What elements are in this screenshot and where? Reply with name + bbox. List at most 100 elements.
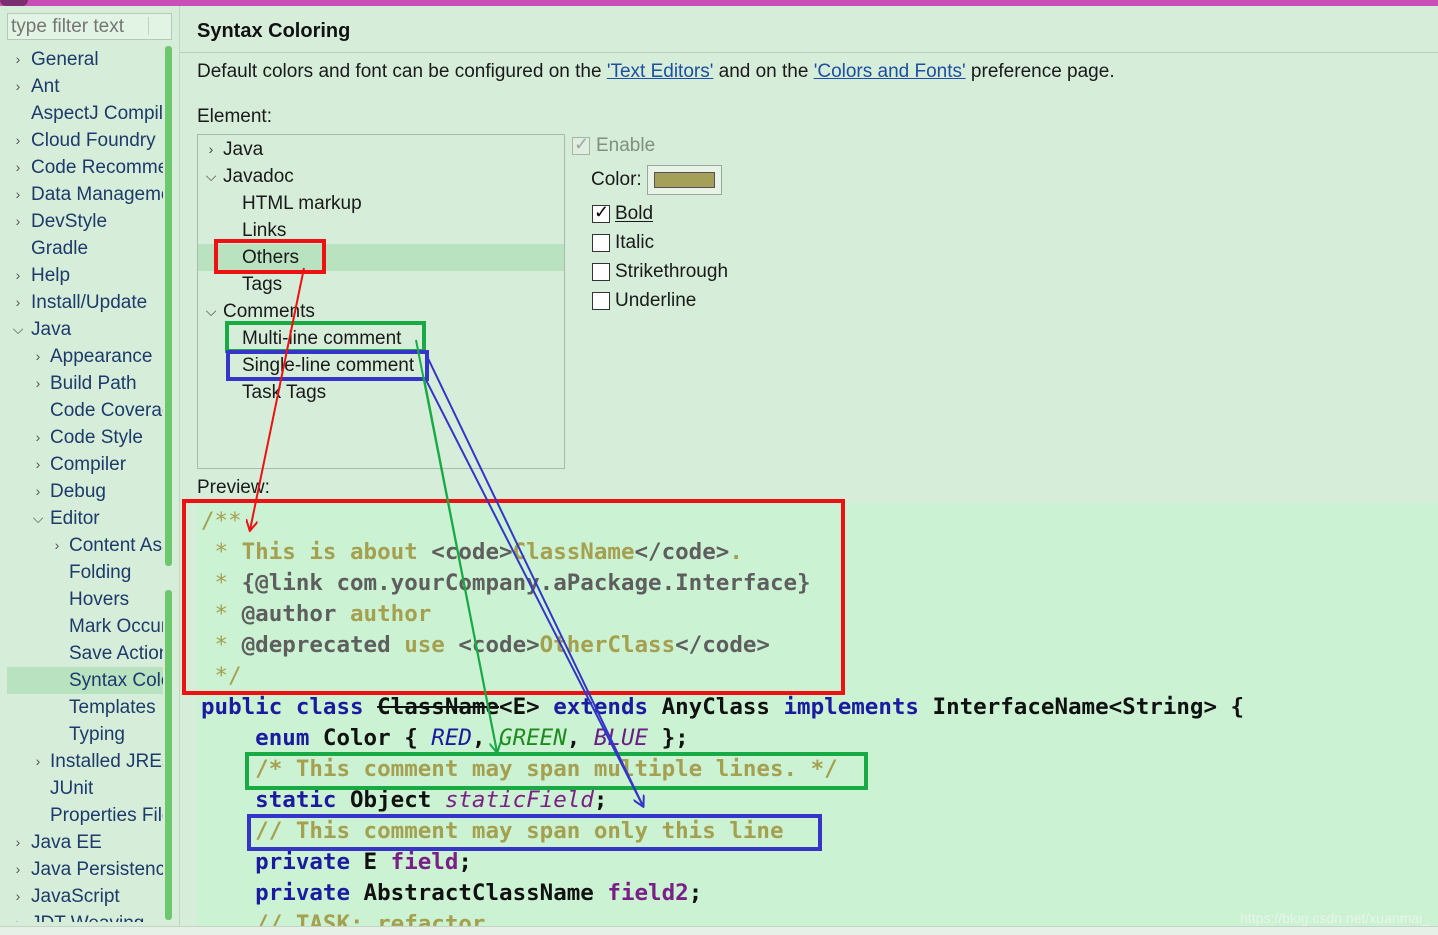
code-token: , [566,725,594,751]
tree-item-label: Typing [69,724,125,745]
colors-and-fonts-link[interactable]: 'Colors and Fonts' [814,61,966,82]
element-java[interactable]: › Java [198,136,564,163]
desc-text: Default colors and font can be configure… [197,61,607,82]
tree-item-typing[interactable]: Typing [7,721,163,748]
code-line: /* This comment may span multiple lines.… [201,754,838,785]
tree-item-data-management[interactable]: › Data Management [7,181,163,208]
code-line: enum Color { RED, GREEN, BLUE }; [201,723,689,754]
tree-item-label: Build Path [50,373,137,394]
tree-item-debug[interactable]: › Debug [7,478,163,505]
tree-item-junit[interactable]: JUnit [7,775,163,802]
chevron-right-icon[interactable]: › [11,829,25,856]
tree-item-build-path[interactable]: › Build Path [7,370,163,397]
strikethrough-checkbox[interactable] [592,263,610,281]
tree-item-hovers[interactable]: Hovers [7,586,163,613]
tree-item-label: Help [31,265,71,286]
tree-item-help[interactable]: › Help [7,262,163,289]
element-multi-line-comment[interactable]: Multi-line comment [198,325,564,352]
tree-item-jdt-weaving[interactable]: › JDT Weaving [7,910,163,922]
code-token: * [201,601,242,627]
enable-checkbox[interactable] [572,134,590,155]
code-token: * [201,539,242,565]
tree-scrollbar-track[interactable] [165,590,172,920]
color-picker-button[interactable] [647,165,722,195]
tree-item-cloud-foundry[interactable]: › Cloud Foundry [7,127,163,154]
chevron-right-icon[interactable]: › [31,370,45,397]
code-token: . [729,539,743,565]
chevron-down-icon[interactable]: ⌵ [204,298,218,325]
chevron-right-icon[interactable]: › [31,478,45,505]
chevron-right-icon[interactable]: › [11,289,25,316]
tree-item-java-ee[interactable]: › Java EE [7,829,163,856]
chevron-right-icon[interactable]: › [11,46,25,73]
element-others[interactable]: Others [198,244,564,271]
tree-item-general[interactable]: › General [7,46,163,73]
chevron-right-icon[interactable]: › [31,424,45,451]
chevron-right-icon[interactable]: › [11,910,25,922]
tree-item-gradle[interactable]: Gradle [7,235,163,262]
element-task-tags[interactable]: Task Tags [198,379,564,406]
tree-item-appearance[interactable]: › Appearance [7,343,163,370]
tree-scrollbar-thumb[interactable] [165,46,172,566]
tree-item-ant[interactable]: › Ant [7,73,163,100]
tree-item-code-recommenders[interactable]: › Code Recommenders [7,154,163,181]
tree-item-javascript[interactable]: › JavaScript [7,883,163,910]
chevron-right-icon[interactable]: › [11,154,25,181]
tree-item-editor[interactable]: ⌵ Editor [7,505,163,532]
chevron-right-icon[interactable]: › [11,262,25,289]
tree-item-java-persistence[interactable]: › Java Persistence [7,856,163,883]
chevron-right-icon[interactable]: › [11,73,25,100]
code-token: enum [201,725,310,751]
element-javadoc[interactable]: ⌵ Javadoc [198,163,564,190]
tree-item-code-style[interactable]: › Code Style [7,424,163,451]
chevron-right-icon[interactable]: › [31,343,45,370]
chevron-right-icon[interactable]: › [11,208,25,235]
tree-item-syntax-coloring[interactable]: Syntax Coloring [7,667,163,694]
element-label: Element: [197,106,272,127]
chevron-right-icon[interactable]: › [11,127,25,154]
tree-item-java[interactable]: ⌵ Java [7,316,163,343]
text-editors-link[interactable]: 'Text Editors' [607,61,714,82]
element-tags[interactable]: Tags [198,271,564,298]
tree-item-install-update[interactable]: › Install/Update [7,289,163,316]
tree-item-properties-files-editor[interactable]: Properties Files Editor [7,802,163,829]
element-html-markup[interactable]: HTML markup [198,190,564,217]
tree-item-installed-jres[interactable]: › Installed JREs [7,748,163,775]
tree-item-label: Data Management [31,184,163,205]
chevron-right-icon[interactable]: › [11,883,25,910]
tree-item-compiler[interactable]: › Compiler [7,451,163,478]
chevron-down-icon[interactable]: ⌵ [31,505,45,532]
code-line: private AbstractClassName field2; [201,878,702,909]
chevron-down-icon[interactable]: ⌵ [204,163,218,190]
bold-checkbox[interactable] [592,202,610,223]
tree-item-folding[interactable]: Folding [7,559,163,586]
tree-item-label: Code Recommenders [31,157,163,178]
chevron-right-icon[interactable]: › [50,532,64,559]
tree-item-aspectj-compiler[interactable]: AspectJ Compiler [7,100,163,127]
bold-label: Bold [615,203,654,224]
tree-item-content-assist[interactable]: ›Content Assist [7,532,163,559]
tree-item-code-coverage[interactable]: Code Coverage [7,397,163,424]
chevron-right-icon[interactable]: › [31,451,45,478]
chevron-down-icon[interactable]: ⌵ [11,316,25,343]
code-token: AbstractClassName [350,880,608,906]
filter-field[interactable] [7,13,172,40]
tree-item-mark-occurrences[interactable]: Mark Occurrences [7,613,163,640]
chevron-right-icon[interactable]: › [11,181,25,208]
underline-checkbox[interactable] [592,292,610,310]
clear-filter-icon[interactable] [148,17,165,35]
tree-item-save-actions[interactable]: Save Actions [7,640,163,667]
tree-item-templates[interactable]: Templates [7,694,163,721]
chevron-right-icon[interactable]: › [31,748,45,775]
filter-input[interactable] [8,14,151,39]
element-links[interactable]: Links [198,217,564,244]
italic-checkbox[interactable] [592,234,610,252]
chevron-right-icon[interactable]: › [204,136,218,163]
chevron-right-icon[interactable]: › [11,856,25,883]
tree-item-devstyle[interactable]: › DevStyle [7,208,163,235]
pane-divider[interactable] [179,6,180,934]
tree-item-label: JDT Weaving [31,910,144,922]
element-single-line-comment[interactable]: Single-line comment [198,352,564,379]
element-label: Comments [223,301,315,322]
element-comments[interactable]: ⌵ Comments [198,298,564,325]
